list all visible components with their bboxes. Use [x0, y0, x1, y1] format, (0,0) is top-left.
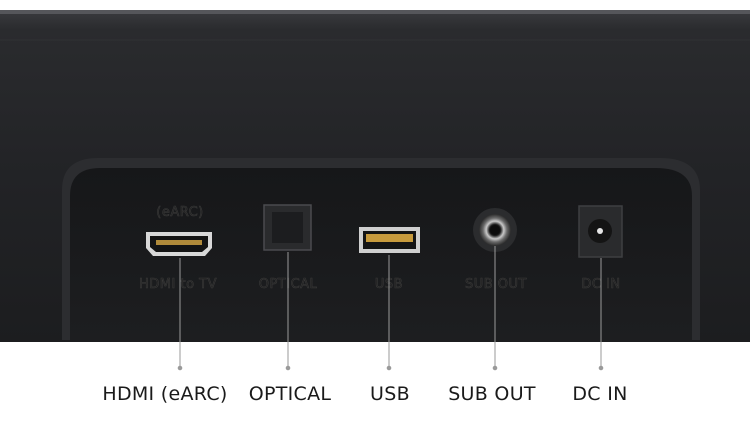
callout-optical: OPTICAL: [248, 383, 332, 405]
callout-dc-in: DC IN: [572, 383, 628, 405]
dc-in-port: [578, 205, 623, 258]
product-photo: (eARC) HDMI to TV OPTICAL USB SUB OUT DC…: [0, 0, 750, 430]
hdmi-earc-print: (eARC): [156, 205, 204, 220]
hdmi-print: HDMI to TV: [139, 277, 217, 292]
usb-port: [359, 227, 420, 253]
callout-usb: USB: [370, 383, 410, 405]
optical-port: [263, 204, 312, 251]
callout-hdmi: HDMI (eARC): [102, 383, 228, 405]
sub-out-port: [473, 208, 517, 252]
hdmi-port: [146, 232, 212, 256]
sub-out-print: SUB OUT: [465, 277, 527, 292]
top-edge-highlight: [0, 10, 750, 14]
callout-sub-out: SUB OUT: [448, 383, 536, 405]
soundbar-rear-view: (eARC) HDMI to TV OPTICAL USB SUB OUT DC…: [0, 10, 750, 371]
